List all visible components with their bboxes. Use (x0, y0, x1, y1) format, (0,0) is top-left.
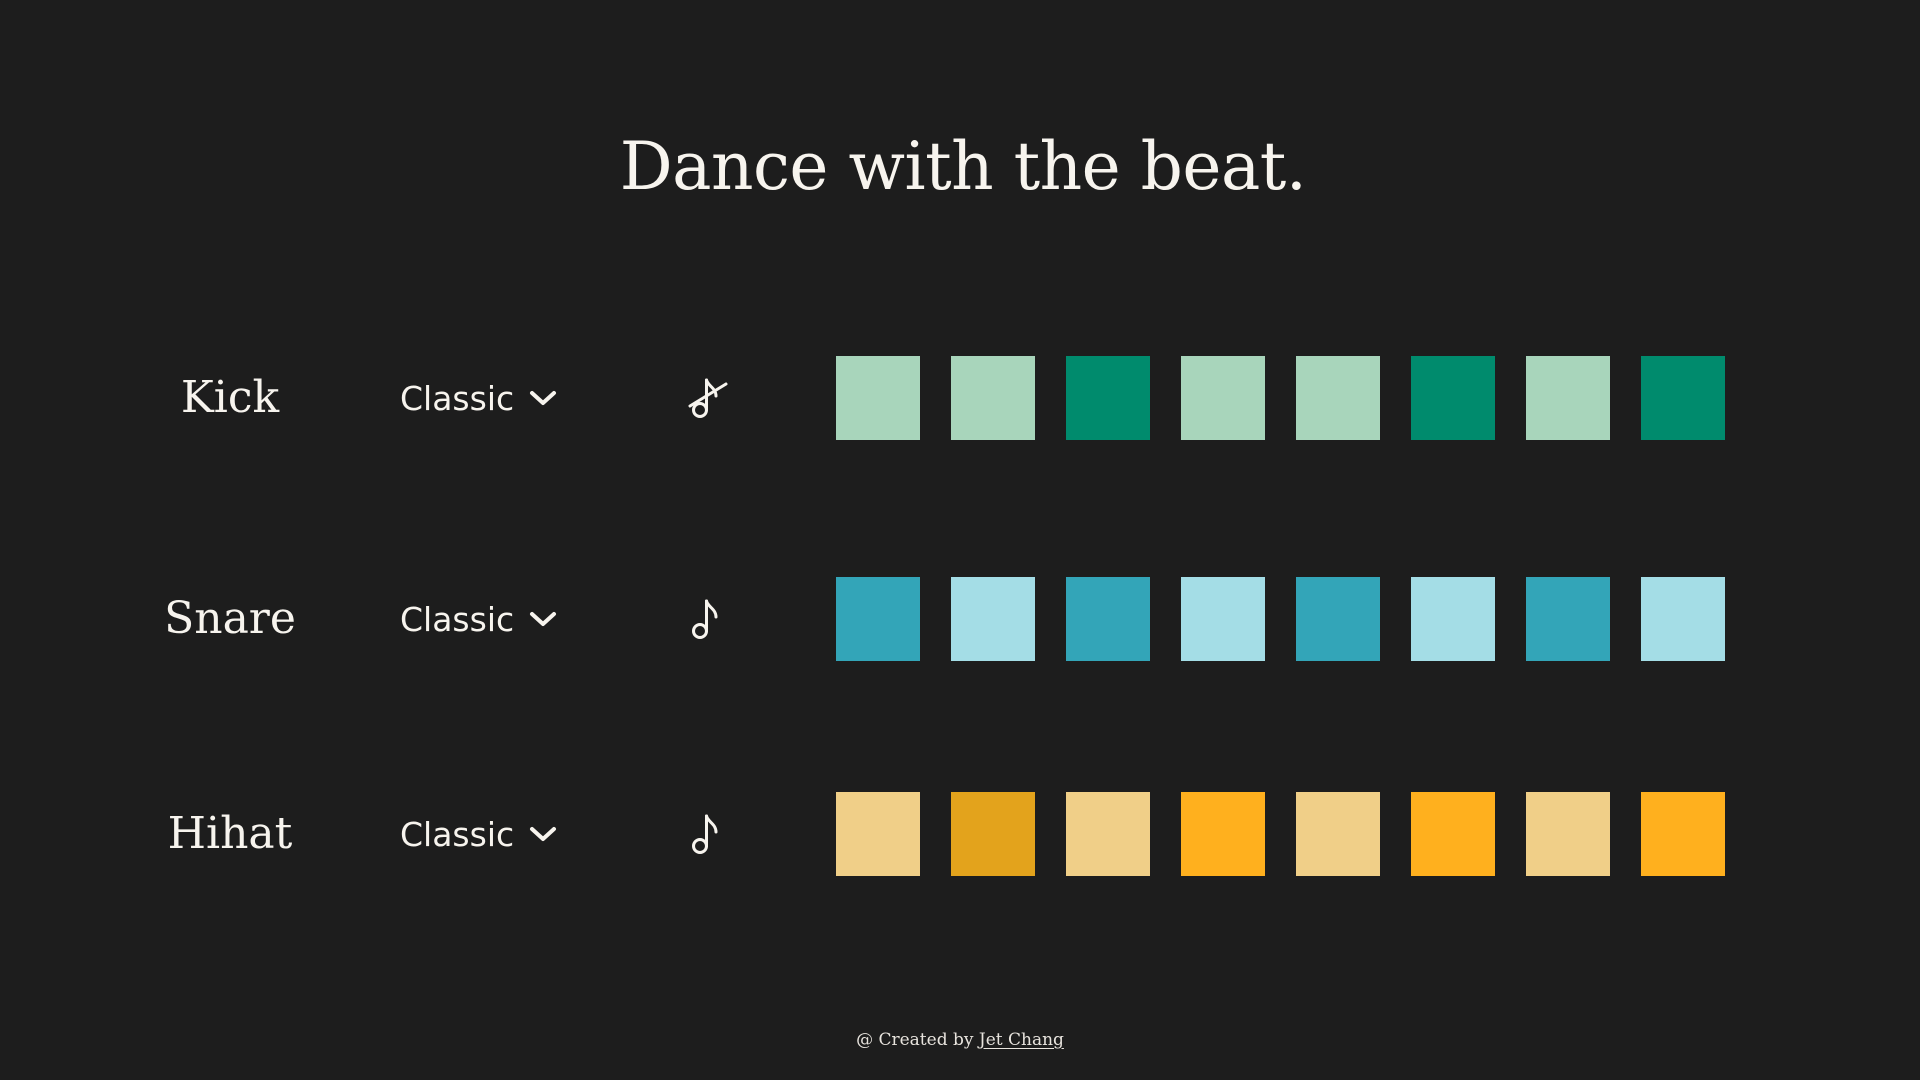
step-pad[interactable] (1066, 792, 1150, 876)
step-pad[interactable] (1066, 356, 1150, 440)
footer: @ Created by Jet Chang (0, 1030, 1920, 1050)
step-pad[interactable] (1641, 577, 1725, 661)
music-note-muted-icon[interactable] (686, 376, 730, 420)
track-name: Kick (180, 372, 280, 423)
step-pad[interactable] (1296, 577, 1380, 661)
step-pad[interactable] (1181, 356, 1265, 440)
step-pad[interactable] (1411, 356, 1495, 440)
step-pad[interactable] (1411, 792, 1495, 876)
sound-select-label: Classic (400, 599, 515, 639)
author-link[interactable]: Jet Chang (979, 1030, 1064, 1050)
step-pad[interactable] (951, 577, 1035, 661)
step-pad[interactable] (1641, 356, 1725, 440)
step-pad[interactable] (1411, 577, 1495, 661)
track-row-kick: Kick Classic (0, 356, 1920, 440)
page-title: Dance with the beat. (619, 128, 1307, 205)
step-pad[interactable] (951, 356, 1035, 440)
step-pad[interactable] (1526, 356, 1610, 440)
track-name: Snare (164, 593, 296, 644)
step-pad[interactable] (1526, 792, 1610, 876)
sound-select-label: Classic (400, 814, 515, 854)
sound-select-label: Classic (400, 378, 515, 418)
track-row-snare: Snare Classic (0, 577, 1920, 661)
step-pad[interactable] (1296, 356, 1380, 440)
chevron-down-icon (530, 827, 557, 841)
music-note-icon[interactable] (686, 812, 730, 856)
step-pad[interactable] (1296, 792, 1380, 876)
track-row-hihat: Hihat Classic (0, 792, 1920, 876)
step-pad[interactable] (1641, 792, 1725, 876)
footer-prefix: @ Created by (856, 1030, 979, 1050)
chevron-down-icon (530, 612, 557, 626)
sound-select[interactable]: Classic (400, 595, 558, 643)
track-name: Hihat (167, 808, 293, 859)
step-pad[interactable] (1181, 792, 1265, 876)
step-pad[interactable] (951, 792, 1035, 876)
step-pad[interactable] (836, 356, 920, 440)
sound-select[interactable]: Classic (400, 810, 558, 858)
step-pad[interactable] (1181, 577, 1265, 661)
music-note-icon[interactable] (686, 597, 730, 641)
step-pad[interactable] (1526, 577, 1610, 661)
sound-select[interactable]: Classic (400, 374, 558, 422)
step-pad[interactable] (1066, 577, 1150, 661)
step-pad[interactable] (836, 792, 920, 876)
chevron-down-icon (530, 391, 557, 405)
step-pad[interactable] (836, 577, 920, 661)
